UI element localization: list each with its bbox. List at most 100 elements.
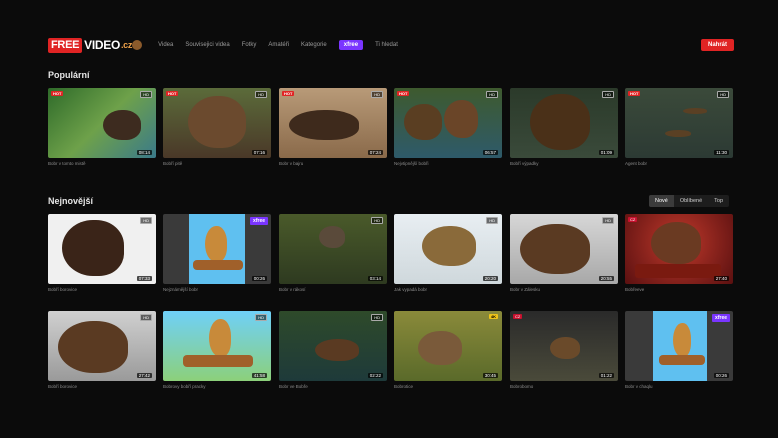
video-card[interactable]: HD 02:22 Bobr ve Bobře (279, 311, 387, 391)
tab-top[interactable]: Top (708, 195, 729, 207)
video-duration: 11:30 (714, 150, 729, 155)
video-title[interactable]: Bobří výpadky (510, 161, 539, 166)
video-thumbnail[interactable]: HD 20:20 (394, 214, 502, 284)
video-duration: 07:33 (136, 276, 152, 281)
hd-badge: HD (717, 91, 729, 98)
video-title[interactable]: Agent bobr (625, 161, 647, 166)
video-title[interactable]: Bobr v rákosí (279, 287, 306, 292)
video-thumbnail[interactable]: 4K 30:45 (394, 311, 502, 381)
video-thumbnail[interactable]: xfree 00:26 (625, 311, 733, 381)
video-thumbnail[interactable]: HOT HD 06:57 (394, 88, 502, 158)
nav-videa[interactable]: Videa (158, 42, 173, 48)
top-bar: FREE VIDEO .cz Videa Souvisejici videa F… (48, 36, 734, 54)
video-title[interactable]: Bobr v tomto mistě (48, 161, 86, 166)
video-title[interactable]: Jak vypadá bobr (394, 287, 427, 292)
video-thumbnail[interactable]: CZ 01:22 (510, 311, 618, 381)
nav-search[interactable]: Ti hledat (375, 42, 398, 48)
video-thumbnail[interactable]: HOT HD 07:24 (279, 88, 387, 158)
video-card[interactable]: 4K 30:45 Bobrotice (394, 311, 502, 391)
logo-video: VIDEO (84, 38, 120, 52)
hd-badge: HD (140, 314, 152, 321)
video-card[interactable]: HOT HD 11:30 Agent bobr (625, 88, 733, 168)
video-card[interactable]: HOT HD 08:14 Bobr v tomto mistě (48, 88, 156, 168)
hot-badge: HOT (166, 91, 179, 96)
tab-new[interactable]: Nové (649, 195, 674, 207)
video-thumbnail[interactable]: HD 41:58 (163, 311, 271, 381)
nav-photos[interactable]: Fotky (242, 42, 257, 48)
video-thumbnail[interactable]: HD 02:22 (279, 311, 387, 381)
video-title[interactable]: Bobřeeve (625, 287, 644, 292)
video-card[interactable]: HD 03:14 Bobr v rákosí (279, 214, 387, 294)
video-title[interactable]: Nejvtipnější bobři (394, 161, 429, 166)
video-card[interactable]: HOT HD 07:24 Bobr v bajru (279, 88, 387, 168)
popular-section-title: Populární (48, 70, 90, 80)
video-duration: 01:22 (598, 373, 614, 378)
video-duration: 20:55 (598, 276, 614, 281)
video-card[interactable]: CZ 27:40 Bobřeeve (625, 214, 733, 294)
video-duration: 30:45 (482, 373, 498, 378)
video-card[interactable]: HD 20:20 Jak vypadá bobr (394, 214, 502, 294)
video-duration: 07:16 (251, 150, 267, 155)
hot-badge: HOT (51, 91, 64, 96)
hot-badge: HOT (628, 91, 641, 96)
nav-amateurs[interactable]: Amatéři (268, 42, 289, 48)
video-thumbnail[interactable]: HD 01:09 (510, 88, 618, 158)
video-duration: 02:22 (367, 373, 383, 378)
video-card[interactable]: xfree 00:26 Bobr v chaqlu (625, 311, 733, 391)
beaver-logo-icon (132, 40, 143, 50)
upload-button[interactable]: Nahrát (700, 39, 734, 51)
video-title[interactable]: Bobr v bajru (279, 161, 303, 166)
video-card[interactable]: xfree 00:26 Nejznámější bobr (163, 214, 271, 294)
nav-categories[interactable]: Kategorie (301, 42, 327, 48)
video-card[interactable]: HD 20:55 Bobr v Zálesku (510, 214, 618, 294)
video-thumbnail[interactable]: HOT HD 11:30 (625, 88, 733, 158)
video-duration: 41:58 (251, 373, 267, 378)
video-card[interactable]: HD 07:33 Bobří borovice (48, 214, 156, 294)
video-thumbnail[interactable]: HD 07:33 (48, 214, 156, 284)
video-title[interactable]: Bobří pitě (163, 161, 182, 166)
video-title[interactable]: Bobrotice (394, 384, 413, 389)
video-title[interactable]: Bobrobomo (510, 384, 533, 389)
nav-xfree[interactable]: xfree (338, 40, 364, 50)
video-thumbnail[interactable]: HD 27:42 (48, 311, 156, 381)
video-duration: 03:14 (367, 276, 383, 281)
video-card[interactable]: HD 41:58 Bobrovy bobří pracky (163, 311, 271, 391)
hd-badge: HD (486, 91, 498, 98)
nav-related[interactable]: Souvisejici videa (185, 42, 229, 48)
video-duration: 06:57 (482, 150, 498, 155)
video-thumbnail[interactable]: HOT HD 08:14 (48, 88, 156, 158)
hd-badge: HD (140, 217, 152, 224)
video-duration: 08:14 (136, 150, 152, 155)
video-title[interactable]: Bobr ve Bobře (279, 384, 308, 389)
video-thumbnail[interactable]: HOT HD 07:16 (163, 88, 271, 158)
video-title[interactable]: Bobří borovice (48, 287, 77, 292)
video-title[interactable]: Bobří borovice (48, 384, 77, 389)
video-duration: 01:09 (598, 150, 614, 155)
logo-free: FREE (48, 37, 83, 53)
video-thumbnail[interactable]: xfree 00:26 (163, 214, 271, 284)
video-card[interactable]: CZ 01:22 Bobrobomo (510, 311, 618, 391)
tab-favorite[interactable]: Oblíbené (674, 195, 708, 207)
video-duration: 00:26 (713, 373, 729, 378)
hot-badge: HOT (282, 91, 295, 96)
video-card[interactable]: HD 01:09 Bobří výpadky (510, 88, 618, 168)
video-card[interactable]: HD 27:42 Bobří borovice (48, 311, 156, 391)
hot-badge: HOT (397, 91, 410, 96)
4k-badge: 4K (488, 314, 498, 319)
video-card[interactable]: HOT HD 07:16 Bobří pitě (163, 88, 271, 168)
site-logo[interactable]: FREE VIDEO .cz (48, 37, 143, 53)
newest-section-title: Nejnovější (48, 196, 94, 206)
hd-badge: HD (602, 91, 614, 98)
video-title[interactable]: Bobr v chaqlu (625, 384, 653, 389)
video-title[interactable]: Bobr v Zálesku (510, 287, 540, 292)
hd-badge: HD (371, 91, 383, 98)
xfree-badge: xfree (712, 314, 730, 322)
video-thumbnail[interactable]: HD 20:55 (510, 214, 618, 284)
video-card[interactable]: HOT HD 06:57 Nejvtipnější bobři (394, 88, 502, 168)
hd-badge: HD (602, 217, 614, 224)
video-thumbnail[interactable]: CZ 27:40 (625, 214, 733, 284)
video-thumbnail[interactable]: HD 03:14 (279, 214, 387, 284)
xfree-badge: xfree (250, 217, 268, 225)
video-title[interactable]: Bobrovy bobří pracky (163, 384, 206, 389)
video-title[interactable]: Nejznámější bobr (163, 287, 198, 292)
